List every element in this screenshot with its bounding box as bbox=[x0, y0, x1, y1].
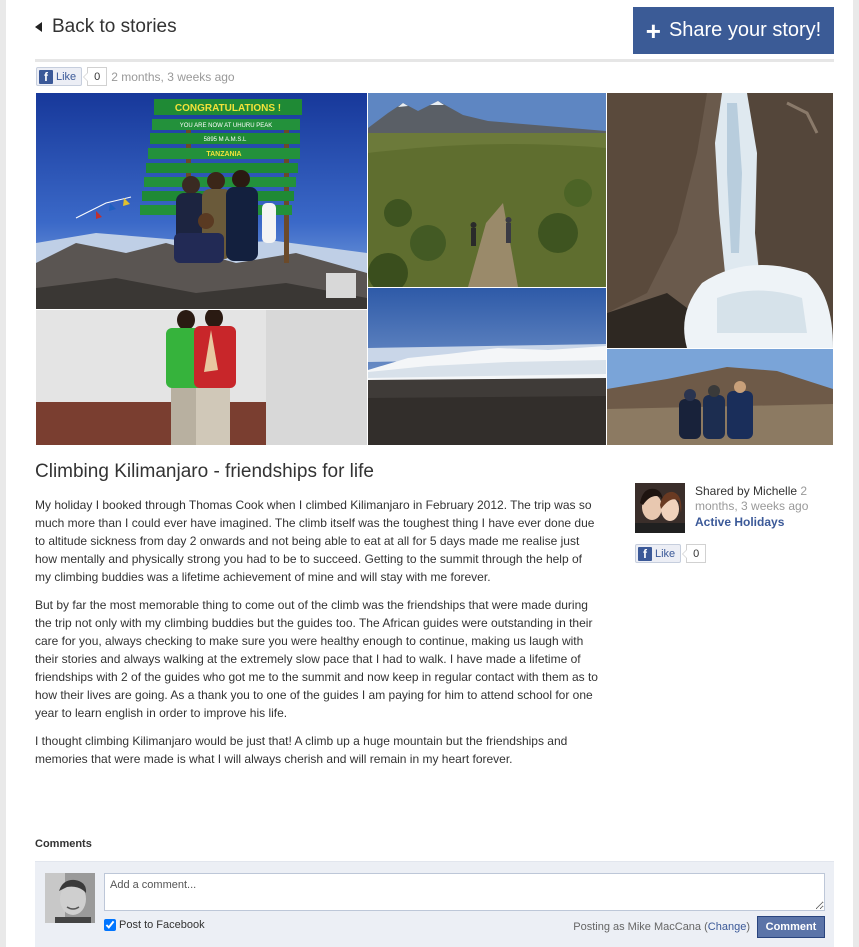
commenter-avatar-image bbox=[45, 873, 95, 923]
commenter-avatar bbox=[45, 873, 95, 923]
sidebar-facebook-like-button[interactable]: f Like bbox=[635, 544, 682, 563]
sign-line-1: YOU ARE NOW AT UHURU PEAK bbox=[180, 123, 272, 129]
ice-photo-image bbox=[607, 93, 833, 348]
photo-summit-sign[interactable]: CONGRATULATIONS ! YOU ARE NOW AT UHURU P… bbox=[36, 93, 367, 309]
friends-photo-image bbox=[36, 310, 367, 445]
page-edge-left bbox=[0, 0, 6, 947]
facebook-like-button[interactable]: f Like bbox=[36, 67, 83, 86]
post-to-facebook-option[interactable]: Post to Facebook bbox=[104, 919, 205, 931]
post-to-facebook-label: Post to Facebook bbox=[119, 919, 205, 931]
trail-photo-image bbox=[368, 93, 606, 287]
post-time-ago: 2 months, 3 weeks ago bbox=[111, 69, 235, 84]
shared-by-label: Shared by Michelle bbox=[695, 484, 798, 498]
back-arrow-icon bbox=[35, 22, 42, 32]
back-to-stories-label: Back to stories bbox=[52, 16, 177, 37]
photo-ice-formation[interactable] bbox=[607, 93, 833, 348]
author-avatar-image bbox=[635, 483, 685, 533]
back-to-stories-link[interactable]: Back to stories bbox=[35, 16, 177, 38]
summit-photo-image: CONGRATULATIONS ! YOU ARE NOW AT UHURU P… bbox=[36, 93, 367, 309]
comment-input[interactable] bbox=[104, 873, 825, 911]
comments-heading: Comments bbox=[35, 838, 92, 850]
like-label: Like bbox=[56, 70, 77, 83]
photo-glacier[interactable] bbox=[368, 288, 606, 445]
shared-by-info: Shared by Michelle 2 months, 3 weeks ago… bbox=[695, 484, 830, 530]
story-body: My holiday I booked through Thomas Cook … bbox=[35, 496, 598, 778]
header-divider bbox=[35, 59, 834, 62]
sign-title: CONGRATULATIONS ! bbox=[175, 103, 281, 114]
facebook-icon: f bbox=[39, 69, 53, 84]
photo-two-friends[interactable] bbox=[36, 310, 367, 445]
story-like-bar: f Like 0 2 months, 3 weeks ago bbox=[36, 67, 235, 86]
story-title: Climbing Kilimanjaro - friendships for l… bbox=[35, 461, 374, 482]
sidebar-like-bar: f Like 0 bbox=[635, 544, 707, 563]
glacier-photo-image bbox=[368, 288, 606, 445]
post-to-facebook-checkbox[interactable] bbox=[104, 919, 116, 931]
story-paragraph: But by far the most memorable thing to c… bbox=[35, 598, 598, 720]
page-edge-right bbox=[853, 0, 859, 947]
climbers-photo-image bbox=[607, 349, 833, 445]
like-count: 0 bbox=[83, 67, 108, 86]
share-your-story-button[interactable]: + Share your story! bbox=[633, 7, 834, 54]
story-paragraph: I thought climbing Kilimanjaro would be … bbox=[35, 734, 568, 766]
category-link[interactable]: Active Holidays bbox=[695, 515, 830, 530]
share-your-story-label: Share your story! bbox=[668, 19, 822, 41]
comment-submit-button[interactable]: Comment bbox=[757, 916, 825, 938]
sign-line-3: TANZANIA bbox=[206, 151, 241, 158]
plus-icon: + bbox=[645, 15, 661, 46]
facebook-icon: f bbox=[638, 546, 652, 561]
comment-composer: Post to Facebook Posting as Mike MacCana… bbox=[35, 861, 834, 947]
sign-line-2: 5895 M A.M.S.L bbox=[204, 137, 247, 143]
posting-as-info: Posting as Mike MacCana (Change) bbox=[573, 921, 750, 933]
sidebar-like-count: 0 bbox=[682, 544, 707, 563]
like-label: Like bbox=[655, 547, 676, 560]
photo-mountain-trail[interactable] bbox=[368, 93, 606, 287]
photo-three-climbers[interactable] bbox=[607, 349, 833, 445]
story-paragraph: My holiday I booked through Thomas Cook … bbox=[35, 498, 595, 584]
change-account-link[interactable]: Change bbox=[708, 921, 747, 933]
author-avatar[interactable] bbox=[635, 483, 685, 533]
posting-as-label: Posting as Mike MacCana bbox=[573, 921, 702, 933]
